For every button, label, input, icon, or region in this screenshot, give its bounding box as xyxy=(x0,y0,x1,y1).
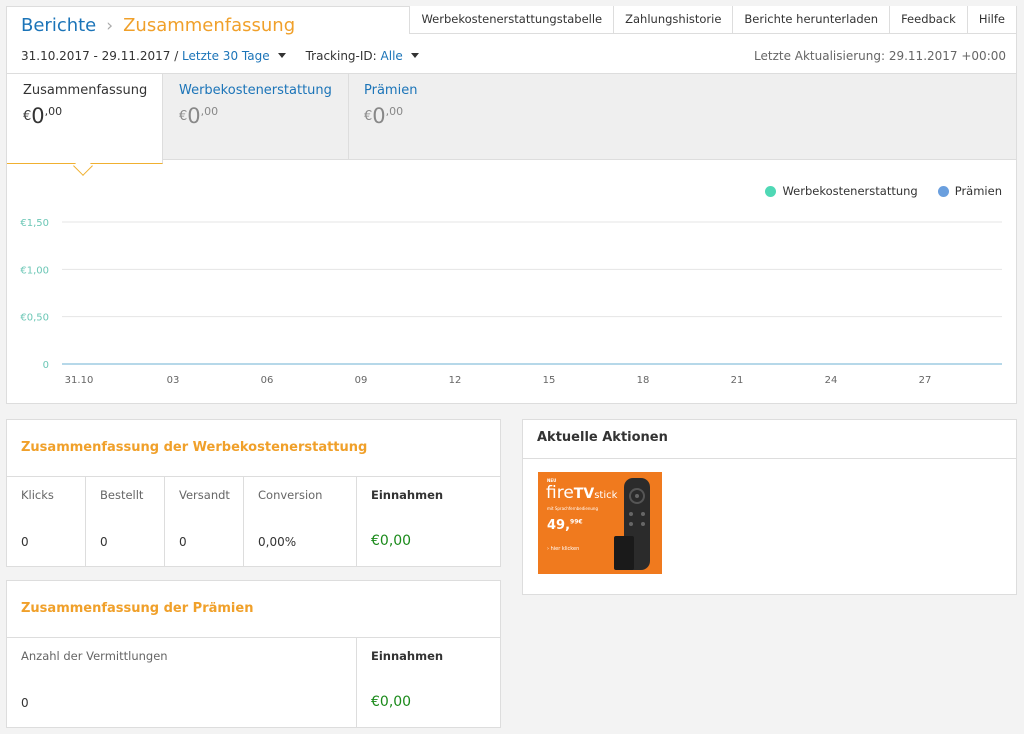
x-tick-label: 03 xyxy=(167,375,180,386)
date-range-sep: / xyxy=(170,49,183,63)
tracking-id-label: Tracking-ID: xyxy=(305,49,377,63)
date-preset-dropdown[interactable]: Letzte 30 Tage xyxy=(182,49,270,63)
stat-shipped: Versandt 0 xyxy=(165,477,244,567)
stat-conversion: Conversion 0,00% xyxy=(244,477,357,567)
chevron-down-icon[interactable] xyxy=(277,52,286,58)
ad-fee-stats-table: Klicks 0 Bestellt 0 Versandt 0 Conversio… xyxy=(7,477,500,567)
nav-ad-fee-table[interactable]: Werbekostenerstattungstabelle xyxy=(410,6,615,33)
fire-tv-stick-promo-banner[interactable]: NEU fireTVstick mit Sprachfernbedienung … xyxy=(538,472,662,574)
tracking-id-dropdown[interactable]: Alle xyxy=(381,49,403,63)
chart-legend: Werbekostenerstattung Prämien xyxy=(745,184,1002,198)
breadcrumb: Berichte › Zusammenfassung xyxy=(21,15,295,36)
nav-feedback[interactable]: Feedback xyxy=(890,6,968,33)
x-tick-label: 12 xyxy=(449,375,462,386)
x-tick-label: 27 xyxy=(919,375,932,386)
bounty-summary-panel: Zusammenfassung der Prämien Anzahl der V… xyxy=(6,580,501,728)
date-range-text: 31.10.2017 - 29.11.2017 xyxy=(21,49,171,63)
ad-fee-summary-panel: Zusammenfassung der Werbekostenerstattun… xyxy=(6,419,501,567)
summary-tabs: Zusammenfassung € 0 ,00 Werbekostenersta… xyxy=(7,73,1016,176)
tab-amount: € 0 ,00 xyxy=(23,104,63,128)
stat-referrals: Anzahl der Vermittlungen 0 xyxy=(7,638,357,728)
stat-ordered: Bestellt 0 xyxy=(86,477,165,567)
x-tick-label: 31.10 xyxy=(65,375,94,386)
tab-amount: € 0 ,00 xyxy=(364,104,404,128)
current-promotions-panel: Aktuelle Aktionen NEU fireTVstick mit Sp… xyxy=(522,419,1017,595)
tab-label: Werbekostenerstattung xyxy=(179,83,332,98)
tab-ad-fees[interactable]: Werbekostenerstattung € 0 ,00 xyxy=(163,74,349,160)
panel-title: Aktuelle Aktionen xyxy=(523,420,1016,459)
panel-title: Zusammenfassung der Prämien xyxy=(7,581,500,638)
earnings-chart: €1,50 €1,00 €0,50 0 31.10 03 06 09 12 15 18 21 24 27 xyxy=(20,218,1002,386)
x-tick-label: 24 xyxy=(825,375,838,386)
nav-payment-history[interactable]: Zahlungshistorie xyxy=(614,6,734,33)
legend-item-ad-fees[interactable]: Werbekostenerstattung xyxy=(765,184,918,198)
page-title: Zusammenfassung xyxy=(123,15,296,36)
nav-download-reports[interactable]: Berichte herunterladen xyxy=(733,6,891,33)
x-tick-label: 18 xyxy=(637,375,650,386)
date-filter-row: 31.10.2017 - 29.11.2017 / Letzte 30 Tage… xyxy=(21,49,439,63)
tab-label: Prämien xyxy=(364,83,418,98)
y-tick-label: €1,50 xyxy=(20,218,49,229)
x-tick-label: 21 xyxy=(731,375,744,386)
y-tick-label: €0,50 xyxy=(20,313,49,324)
bounty-stats-table: Anzahl der Vermittlungen 0 Einnahmen €0,… xyxy=(7,638,500,728)
legend-item-bounties[interactable]: Prämien xyxy=(937,184,1002,198)
x-tick-label: 06 xyxy=(261,375,274,386)
tab-pointer xyxy=(73,156,93,176)
stat-clicks: Klicks 0 xyxy=(7,477,86,567)
summary-card: Berichte › Zusammenfassung Werbekostener… xyxy=(6,6,1017,404)
breadcrumb-reports-link[interactable]: Berichte xyxy=(21,15,96,36)
tab-bounties[interactable]: Prämien € 0 ,00 xyxy=(348,74,534,160)
promo-price: 49,99€ xyxy=(547,518,583,533)
nav-help[interactable]: Hilfe xyxy=(968,6,1017,33)
legend-dot-icon xyxy=(765,185,777,197)
x-tick-label: 15 xyxy=(543,375,556,386)
tab-amount: € 0 ,00 xyxy=(179,104,219,128)
breadcrumb-separator-icon: › xyxy=(106,16,114,36)
x-tick-label: 09 xyxy=(355,375,368,386)
last-update-text: Letzte Aktualisierung: 29.11.2017 +00:00 xyxy=(754,49,1006,63)
y-tick-label: €1,00 xyxy=(20,265,49,276)
y-tick-label: 0 xyxy=(43,360,49,371)
panel-title: Zusammenfassung der Werbekostenerstattun… xyxy=(7,420,500,477)
top-navigation: Werbekostenerstattungstabelle Zahlungshi… xyxy=(409,6,1017,34)
promo-product-name: fireTVstick xyxy=(546,483,618,503)
chevron-down-icon[interactable] xyxy=(410,52,419,58)
stat-bounty-earnings: Einnahmen €0,00 xyxy=(371,649,444,710)
legend-dot-icon xyxy=(937,185,949,197)
stat-earnings: Einnahmen €0,00 xyxy=(371,488,444,549)
tv-stick-device-icon xyxy=(614,536,634,570)
tab-label: Zusammenfassung xyxy=(23,83,148,98)
tab-summary[interactable]: Zusammenfassung € 0 ,00 xyxy=(7,74,163,176)
